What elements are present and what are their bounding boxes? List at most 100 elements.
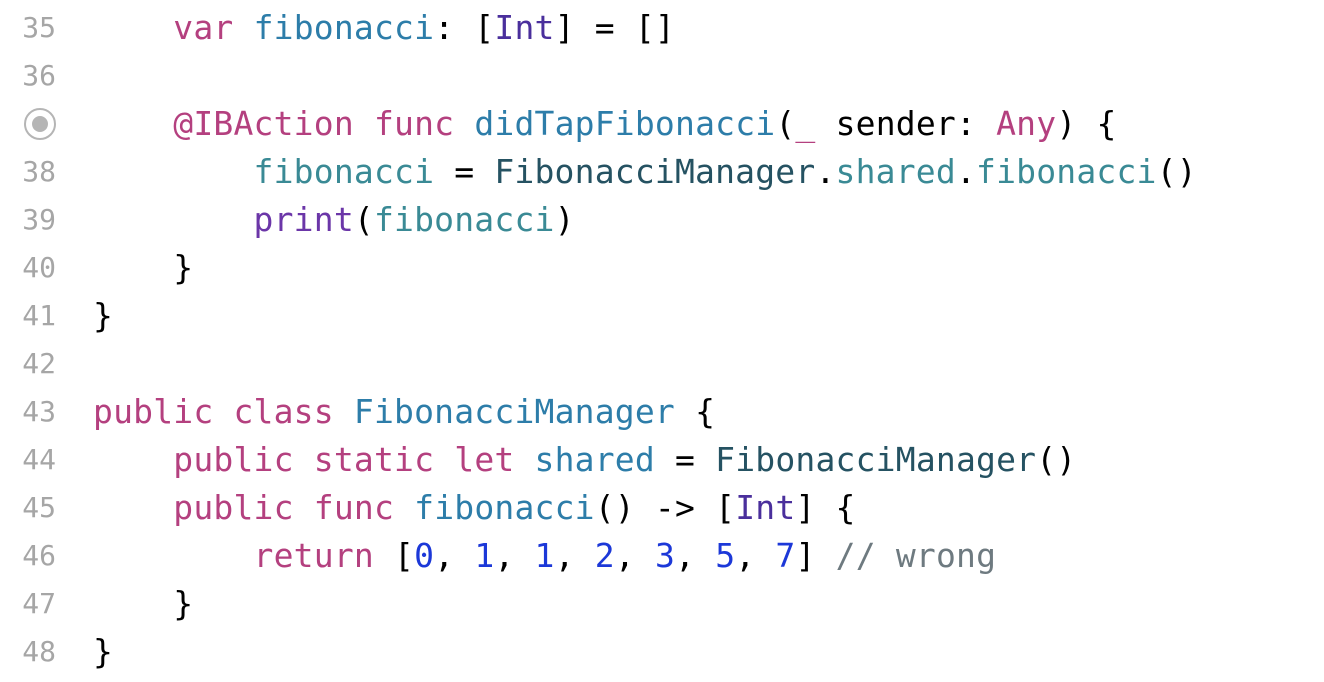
token-declaration: FibonacciManager [353,392,675,431]
code-text[interactable]: return [0, 1, 1, 2, 3, 5, 7] // wrong [93,532,996,580]
token-keyword: public [173,440,294,479]
code-text[interactable]: } [93,580,193,628]
code-line[interactable]: 45 public func fibonacci() -> [Int] { [0,484,1324,532]
token-number: 1 [474,536,495,575]
token-number: 1 [534,536,555,575]
token-plain: sender: [815,104,997,143]
line-number[interactable]: 35 [0,4,56,52]
code-line[interactable]: @IBAction func didTapFibonacci(_ sender:… [0,100,1324,148]
code-text[interactable]: fibonacci = FibonacciManager.shared.fibo… [93,148,1197,196]
token-keyword: public [173,488,294,527]
token-keyword: func [373,104,455,143]
token-plain: [ [373,536,415,575]
code-line[interactable]: 35 var fibonacci: [Int] = [] [0,4,1324,52]
code-text[interactable]: @IBAction func didTapFibonacci(_ sender:… [93,100,1117,148]
code-text[interactable]: var fibonacci: [Int] = [] [93,4,675,52]
line-number[interactable]: 41 [0,292,56,340]
token-plain: . [955,152,977,191]
code-text[interactable]: public static let shared = FibonacciMana… [93,436,1076,484]
token-type: Int [494,8,555,47]
token-plain: () -> [ [594,488,736,527]
code-text[interactable]: } [93,244,193,292]
code-text[interactable]: public func fibonacci() -> [Int] { [93,484,856,532]
line-number[interactable]: 40 [0,244,56,292]
token-plain: ] = [] [554,8,675,47]
line-number[interactable]: 39 [0,196,56,244]
token-plain: , [554,536,595,575]
token-keyword: class [233,392,334,431]
code-line[interactable]: 48} [0,628,1324,676]
token-number: 0 [414,536,435,575]
token-plain: = [434,152,495,191]
line-number[interactable]: 36 [0,52,56,100]
token-keyword: return [253,536,374,575]
token-comment: // wrong [835,536,997,575]
token-plain: ) [554,200,575,239]
line-number[interactable]: 46 [0,532,56,580]
token-plain: () [1036,440,1077,479]
line-number[interactable]: 45 [0,484,56,532]
token-keyword: @IBAction [173,104,354,143]
token-plain: ] { [795,488,856,527]
line-number[interactable]: 44 [0,436,56,484]
code-line[interactable]: 39 print(fibonacci) [0,196,1324,244]
code-text[interactable]: } [93,628,113,676]
code-line[interactable]: 36 [0,52,1324,100]
token-plain: ) { [1056,104,1117,143]
token-plain: ( [775,104,796,143]
token-keyword: func [313,488,395,527]
token-plain: , [614,536,655,575]
token-member: fibonacci [373,200,555,239]
token-keyword: _ [795,104,816,143]
token-number: 5 [715,536,736,575]
token-member: fibonacci [976,152,1157,191]
code-line[interactable]: 38 fibonacci = FibonacciManager.shared.f… [0,148,1324,196]
token-plain: : [ [434,8,495,47]
token-plain: ] [795,536,836,575]
line-number[interactable]: 38 [0,148,56,196]
token-plain: , [434,536,475,575]
code-line[interactable]: 47 } [0,580,1324,628]
token-type: Int [735,488,796,527]
code-text[interactable]: public class FibonacciManager { [93,388,715,436]
code-line[interactable]: 43 public class FibonacciManager { [0,388,1324,436]
token-plain: } [93,296,114,335]
code-line[interactable]: 44 public static let shared = FibonacciM… [0,436,1324,484]
code-text[interactable]: } [93,292,113,340]
token-plain: } [93,584,194,623]
code-line[interactable]: 42 [0,340,1324,388]
token-number: 3 [654,536,676,575]
code-line[interactable]: 46 return [0, 1, 1, 2, 3, 5, 7] // wrong [0,532,1324,580]
token-number: 2 [594,536,615,575]
code-line[interactable]: 40 } [0,244,1324,292]
line-number[interactable]: 43 [0,388,56,436]
breakpoint-connection-icon[interactable] [24,108,56,140]
line-number[interactable]: 42 [0,340,56,388]
line-number[interactable]: 48 [0,628,56,676]
token-keyword: static [313,440,435,479]
source-editor[interactable]: 35 var fibonacci: [Int] = [] 36 @IBAction… [0,4,1324,676]
token-plain: , [675,536,716,575]
code-text[interactable]: print(fibonacci) [93,196,575,244]
token-plain: ( [353,200,374,239]
token-declaration: fibonacci [414,488,595,527]
token-type_ref: FibonacciManager [494,152,816,191]
token-builtin_func: print [253,200,354,239]
line-number[interactable]: 47 [0,580,56,628]
token-plain: } [93,248,194,287]
token-plain: () [1156,152,1197,191]
token-plain: , [494,536,535,575]
token-number: 7 [775,536,796,575]
code-line[interactable]: 41} [0,292,1324,340]
token-keyword: Any [996,104,1057,143]
